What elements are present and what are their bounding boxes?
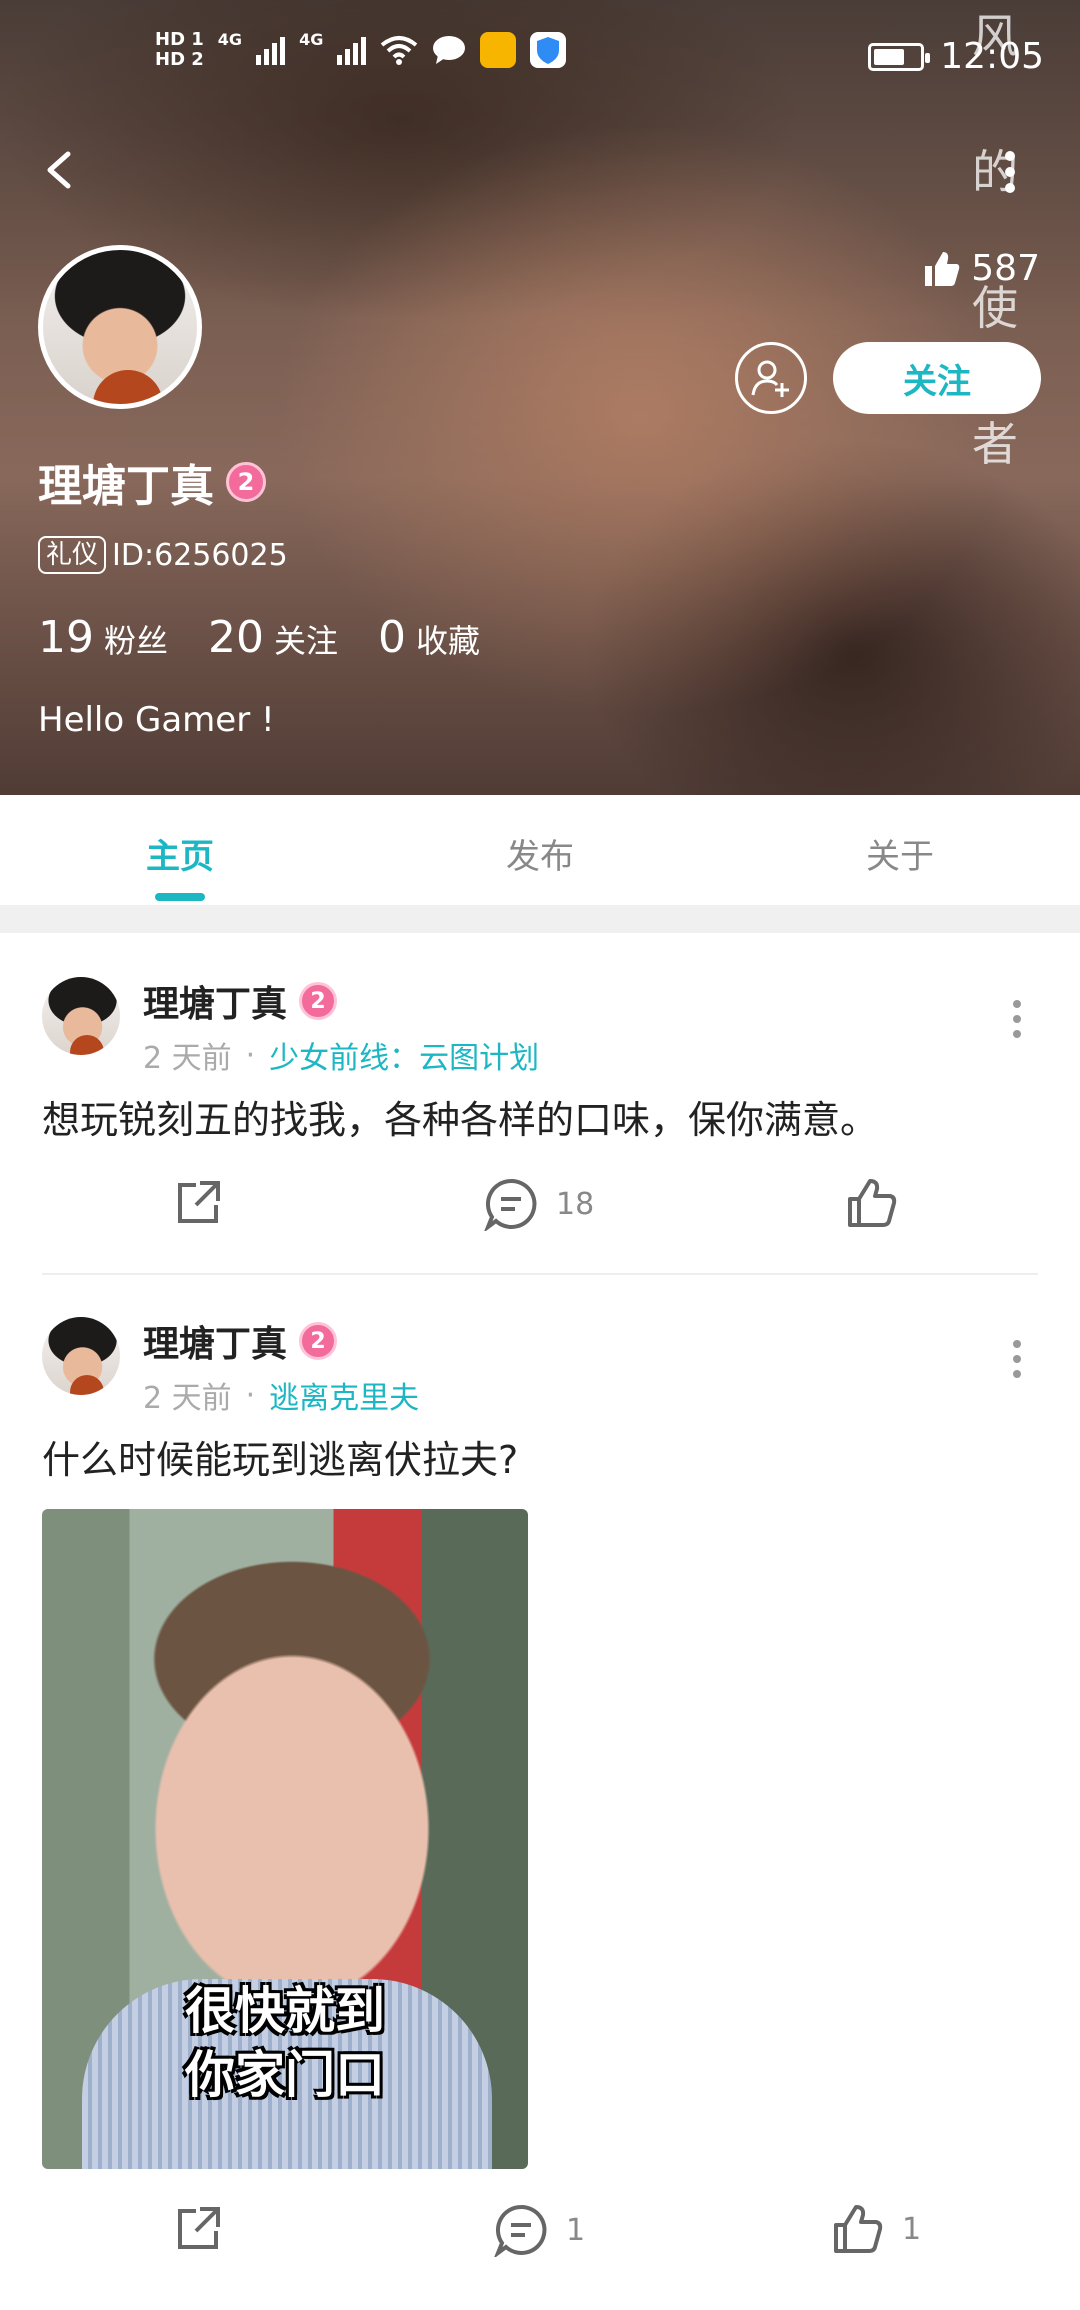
image-caption-line-2: 你家门口 xyxy=(185,2046,385,2104)
thumbs-up-icon xyxy=(848,1179,897,1227)
side-char: 者 xyxy=(972,417,1018,471)
post-text: 什么时候能玩到逃离伏拉夫? xyxy=(42,1438,519,1482)
profile-tabs: 主页 发布 关于 xyxy=(0,795,1080,905)
like-button[interactable] xyxy=(846,1177,916,1229)
following-label: 关注 xyxy=(274,622,339,660)
favorites-stat[interactable]: 0 收藏 xyxy=(378,612,480,663)
wifi-icon xyxy=(381,36,418,65)
follow-button[interactable]: 关注 xyxy=(833,342,1041,414)
followers-stat[interactable]: 19 粉丝 xyxy=(38,612,168,663)
post-game-link[interactable]: 少女前线：云图计划 xyxy=(269,1033,539,1077)
comment-icon xyxy=(484,1178,537,1231)
tab-posts[interactable]: 发布 xyxy=(360,795,720,905)
post-divider xyxy=(42,1273,1038,1275)
share-icon xyxy=(178,1181,220,1223)
post-meta: 2 天前 · 少女前线：云图计划 xyxy=(143,1033,539,1077)
battery-icon xyxy=(868,42,931,71)
message-icon xyxy=(433,36,466,64)
level-badge: 2 xyxy=(299,982,338,1020)
post-author-row: 理塘丁真 2 xyxy=(143,1315,338,1367)
side-char: 风 xyxy=(972,9,1018,63)
feed-post[interactable]: 理塘丁真 2 2 天前 · 逃离克里夫 什么时候能玩到逃离伏拉夫? 很快就到 你… xyxy=(0,1295,1080,2310)
post-author-avatar[interactable] xyxy=(42,1317,120,1395)
profile-header: HD 1 HD 2 4G 4G 12:05 风 的 使 者 587 关注 理塘丁… xyxy=(0,0,1080,795)
comment-count: 1 xyxy=(566,2212,586,2248)
post-game-link[interactable]: 逃离克里夫 xyxy=(269,1373,419,1417)
add-friend-button[interactable] xyxy=(735,342,807,414)
likes-count: 587 xyxy=(971,248,1040,289)
post-time: 2 天前 xyxy=(143,1381,232,1416)
share-button[interactable] xyxy=(172,2203,224,2255)
meta-separator: · xyxy=(245,1377,256,1413)
comment-count: 18 xyxy=(556,1186,595,1222)
post-author-row: 理塘丁真 2 xyxy=(143,975,338,1027)
post-time: 2 天前 xyxy=(143,1041,232,1076)
level-badge: 2 xyxy=(226,462,266,502)
comment-icon xyxy=(494,2204,547,2257)
sim2-label: HD 2 xyxy=(155,49,204,70)
followers-label: 粉丝 xyxy=(104,622,169,660)
title-tag: 礼仪 xyxy=(38,536,107,574)
share-icon xyxy=(178,2207,220,2249)
image-caption-line-1: 很快就到 xyxy=(185,1982,385,2040)
back-arrow-icon[interactable] xyxy=(40,150,80,190)
add-user-icon xyxy=(751,360,789,397)
profile-id: ID:6256025 xyxy=(112,537,288,573)
post-more-icon[interactable] xyxy=(1012,1339,1022,1379)
following-count: 20 xyxy=(208,612,265,663)
network-label-1: 4G xyxy=(217,30,243,49)
profile-name-row: 理塘丁真 2 xyxy=(38,450,266,514)
more-options-icon[interactable] xyxy=(1000,150,1020,194)
thumbs-up-icon xyxy=(925,251,960,286)
thumbs-up-icon xyxy=(834,2205,883,2253)
shield-app-icon xyxy=(530,32,567,68)
post-actions: 18 xyxy=(0,1177,1080,1247)
likes-counter: 587 xyxy=(921,248,1040,289)
meta-separator: · xyxy=(245,1037,256,1073)
sim1-label: HD 1 xyxy=(155,29,204,50)
profile-bio: Hello Gamer ! xyxy=(38,700,275,740)
post-actions: 1 1 xyxy=(0,2203,1080,2273)
status-bar: HD 1 HD 2 4G 4G 12:05 xyxy=(0,30,1080,90)
post-more-icon[interactable] xyxy=(1012,999,1022,1039)
comment-button[interactable]: 1 xyxy=(494,2203,585,2257)
favorites-count: 0 xyxy=(378,612,407,663)
followers-count: 19 xyxy=(38,612,94,663)
comment-button[interactable]: 18 xyxy=(484,1177,594,1231)
following-stat[interactable]: 20 关注 xyxy=(208,612,338,663)
section-divider xyxy=(0,905,1080,933)
like-button[interactable]: 1 xyxy=(832,2203,921,2255)
post-meta: 2 天前 · 逃离克里夫 xyxy=(143,1373,419,1417)
sim-indicator: HD 1 HD 2 xyxy=(155,30,204,70)
post-author-name[interactable]: 理塘丁真 xyxy=(143,1315,287,1367)
post-author-name[interactable]: 理塘丁真 xyxy=(143,975,287,1027)
level-badge: 2 xyxy=(299,1322,338,1360)
network-label-2: 4G xyxy=(299,30,324,49)
profile-name: 理塘丁真 xyxy=(38,461,214,512)
profile-stats: 19 粉丝 20 关注 0 收藏 xyxy=(38,612,480,663)
tab-home[interactable]: 主页 xyxy=(0,795,360,905)
favorites-label: 收藏 xyxy=(416,622,481,660)
like-count: 1 xyxy=(902,2211,922,2247)
post-author-avatar[interactable] xyxy=(42,977,120,1055)
post-text: 想玩锐刻五的找我，各种各样的口味，保你满意。 xyxy=(42,1098,879,1142)
share-button[interactable] xyxy=(172,1177,224,1229)
avatar[interactable] xyxy=(38,245,202,409)
post-image[interactable]: 很快就到 你家门口 xyxy=(42,1509,528,2169)
feed-post[interactable]: 理塘丁真 2 2 天前 · 少女前线：云图计划 想玩锐刻五的找我，各种各样的口味… xyxy=(0,955,1080,1275)
signal-icon xyxy=(256,35,286,65)
mail-app-icon xyxy=(480,32,517,68)
profile-id-row: 礼仪 ID:6256025 xyxy=(38,536,288,574)
tab-about[interactable]: 关于 xyxy=(720,795,1080,905)
signal-icon xyxy=(337,35,367,65)
